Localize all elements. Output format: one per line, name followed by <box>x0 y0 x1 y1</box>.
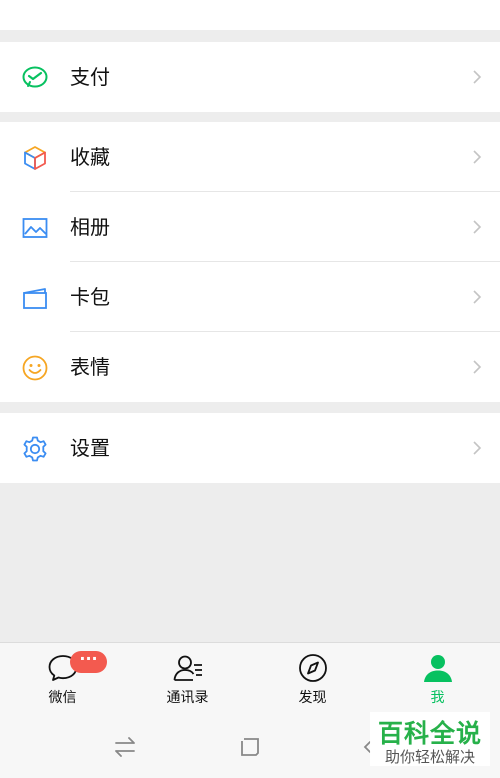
compass-icon <box>299 654 327 682</box>
watermark-subtitle: 助你轻松解决 <box>384 748 475 766</box>
menu-label-settings: 设置 <box>70 436 110 460</box>
menu-item-stickers[interactable]: 表情 <box>0 332 500 402</box>
menu-item-album[interactable]: 相册 <box>0 192 500 262</box>
chevron-right-icon <box>473 150 482 164</box>
wechat-pay-icon <box>22 66 48 88</box>
pay-group: 支付 <box>0 42 500 112</box>
person-icon <box>424 655 452 682</box>
chevron-right-icon <box>473 220 482 234</box>
tab-label-me: 我 <box>430 690 445 706</box>
menu-item-pay[interactable]: 支付 <box>0 42 500 112</box>
chevron-right-icon <box>473 70 482 84</box>
card-wallet-icon <box>23 288 47 309</box>
gear-icon <box>23 436 47 462</box>
smiley-icon <box>22 355 48 381</box>
menu-label-album: 相册 <box>70 215 110 239</box>
contacts-icon <box>173 655 202 681</box>
menu-label-pay: 支付 <box>70 65 110 89</box>
tab-chats[interactable]: ··· 微信 <box>0 643 125 715</box>
watermark-logo: 百科全说 助你轻松解决 <box>370 712 490 766</box>
photo-icon <box>22 218 48 238</box>
profile-card-bottom <box>0 0 500 30</box>
tab-label-contacts: 通讯录 <box>166 690 209 706</box>
cube-icon <box>24 146 46 170</box>
chevron-right-icon <box>473 360 482 374</box>
home-square-icon[interactable] <box>237 734 263 760</box>
menu-item-favorites[interactable]: 收藏 <box>0 122 500 192</box>
menu-item-settings[interactable]: 设置 <box>0 413 500 483</box>
settings-group: 设置 <box>0 413 500 483</box>
chevron-right-icon <box>473 441 482 455</box>
chevron-right-icon <box>473 290 482 304</box>
menu-label-cards: 卡包 <box>70 285 110 309</box>
bottom-tab-bar: ··· 微信 通讯录 发现 我 <box>0 642 500 715</box>
tab-label-chats: 微信 <box>48 690 77 706</box>
tab-label-discover: 发现 <box>298 690 327 706</box>
menu-label-favorites: 收藏 <box>70 145 110 169</box>
unread-badge: ··· <box>70 651 107 673</box>
switch-arrows-icon[interactable] <box>112 734 138 760</box>
menu-item-cards[interactable]: 卡包 <box>0 262 500 332</box>
tab-contacts[interactable]: 通讯录 <box>125 643 250 715</box>
menu-label-stickers: 表情 <box>70 355 110 379</box>
tools-group: 收藏 相册 卡包 表情 <box>0 122 500 402</box>
tab-discover[interactable]: 发现 <box>250 643 375 715</box>
tab-me[interactable]: 我 <box>375 643 500 715</box>
watermark-title: 百科全说 <box>377 719 482 748</box>
